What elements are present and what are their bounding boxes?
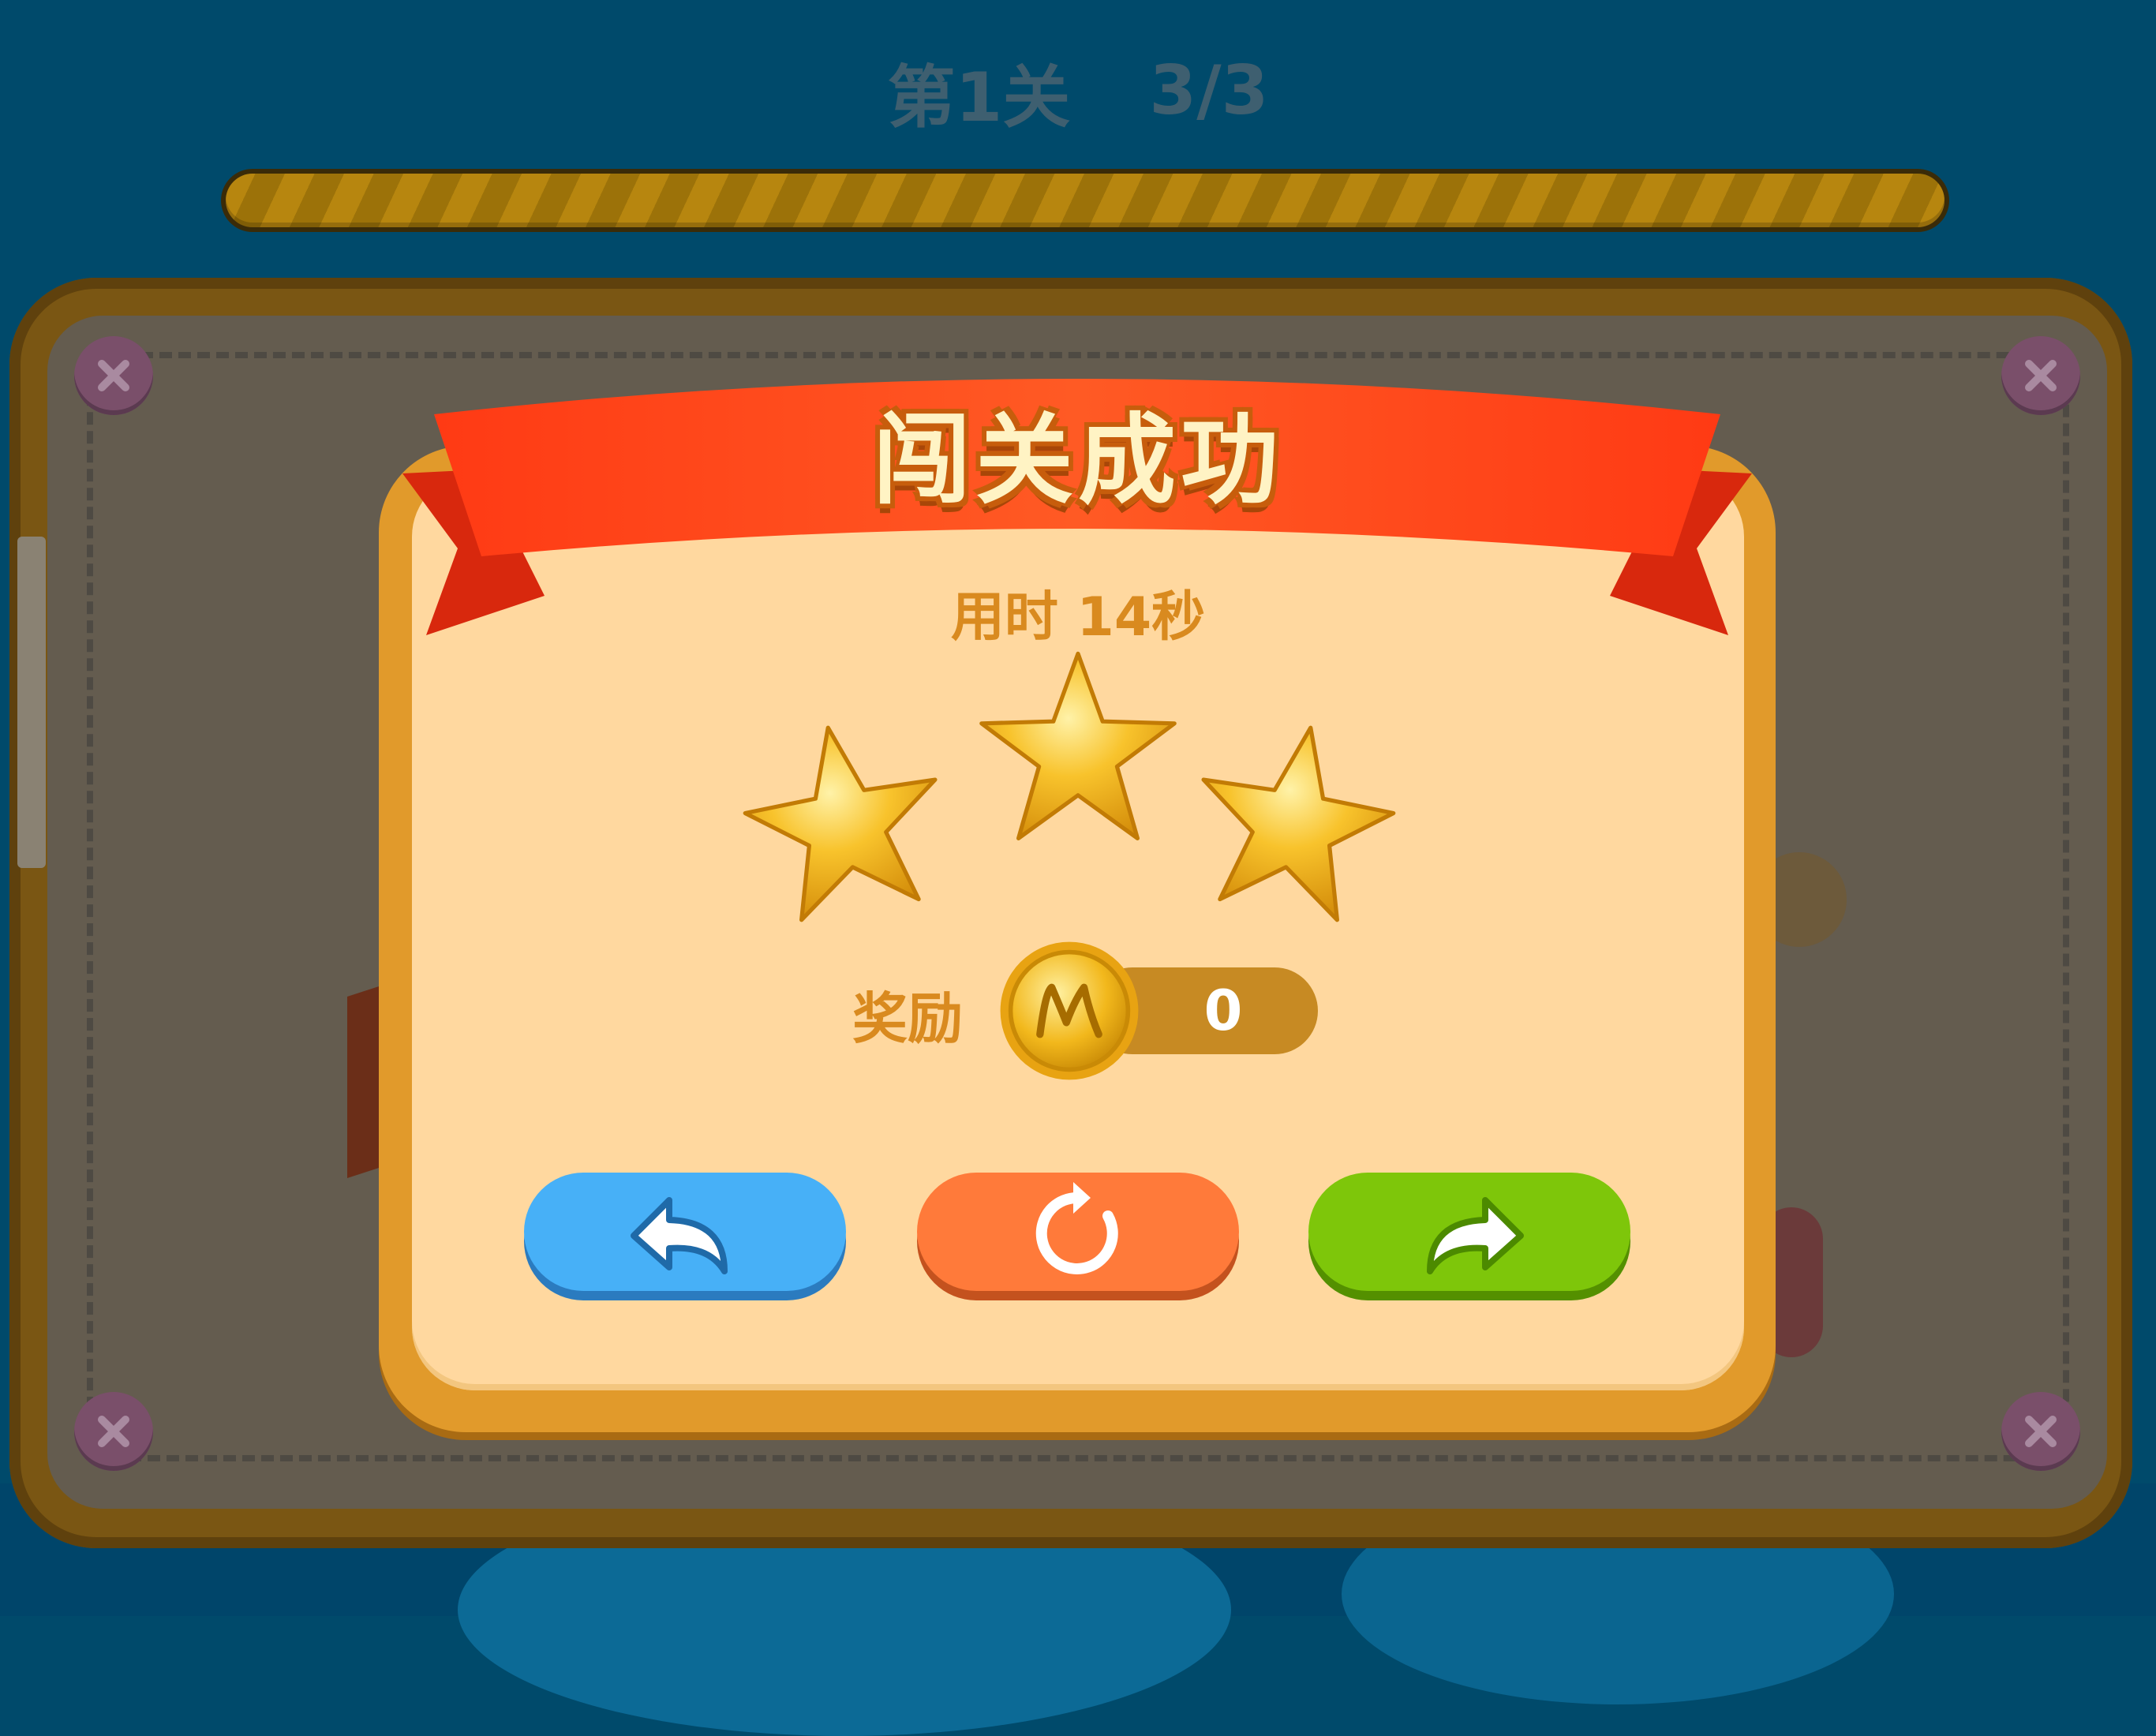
back-arrow-icon (631, 1197, 728, 1274)
level-label: 第1关 (887, 58, 1071, 137)
back-button[interactable] (524, 1173, 846, 1291)
time-used: 用时 14秒 (950, 586, 1206, 649)
coin-value: 0 (1203, 978, 1243, 1043)
dialog-title: 闯关成功 (872, 404, 1283, 518)
star-icon (743, 725, 938, 922)
level-header: 第1关 3/3 (0, 39, 2156, 142)
star-icon (979, 651, 1177, 840)
replay-icon (1035, 1182, 1118, 1274)
next-button[interactable] (1308, 1173, 1630, 1291)
star-icon (1201, 725, 1396, 922)
retry-button[interactable] (917, 1173, 1239, 1291)
coin-m-icon (1000, 941, 1139, 1080)
level-progress-text: 3/3 (1149, 51, 1269, 130)
screw-icon (74, 1392, 153, 1471)
level-progress-fill (226, 174, 1945, 227)
screw-icon (2001, 1392, 2080, 1471)
level-progress-bar (221, 169, 1949, 232)
reward-label: 奖励 (852, 986, 963, 1051)
next-arrow-icon (1427, 1197, 1524, 1274)
